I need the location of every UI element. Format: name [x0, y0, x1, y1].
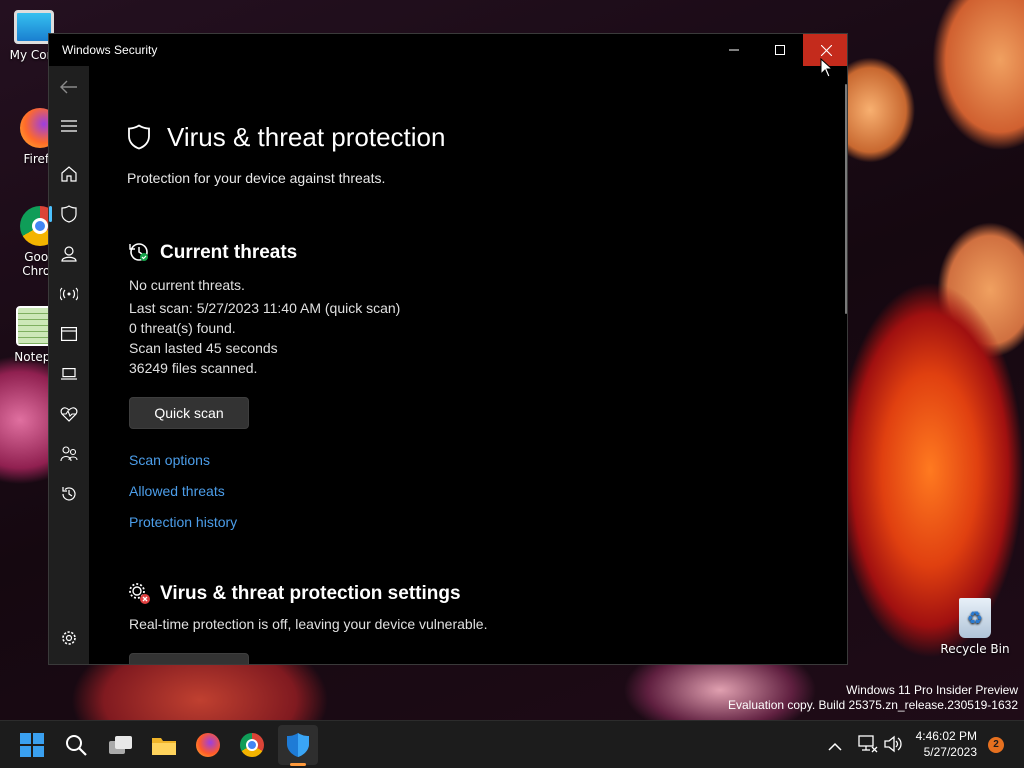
threat-status: No current threats. [129, 277, 245, 293]
realtime-protection-status: Real-time protection is off, leaving you… [129, 616, 488, 632]
heart-pulse-icon[interactable] [59, 404, 79, 424]
page-subtitle: Protection for your device against threa… [127, 170, 386, 186]
selected-indicator [49, 206, 52, 222]
clock-date: 5/27/2023 [923, 745, 977, 759]
firefox-button[interactable] [192, 729, 224, 761]
minimize-icon [729, 49, 739, 51]
shield-icon [127, 124, 151, 154]
watermark-build: Evaluation copy. Build 25375.zn_release.… [728, 698, 1018, 712]
maximize-icon [775, 45, 785, 55]
task-view-button[interactable] [105, 729, 137, 761]
settings-warning-icon [129, 583, 151, 609]
back-arrow-icon[interactable] [59, 77, 79, 97]
window-title: Windows Security [62, 43, 158, 57]
chrome-icon [240, 733, 264, 757]
speaker-icon [884, 735, 902, 753]
network-icon [858, 735, 878, 753]
app-browser-icon[interactable] [59, 324, 79, 344]
laptop-icon[interactable] [59, 364, 79, 384]
watermark-edition: Windows 11 Pro Insider Preview [846, 683, 1018, 697]
turn-on-button[interactable]: Turn on [129, 653, 249, 664]
system-clock[interactable]: 4:46:02 PM 5/27/2023 [916, 728, 977, 760]
last-scan-info: Last scan: 5/27/2023 11:40 AM (quick sca… [129, 300, 401, 316]
scan-duration: Scan lasted 45 seconds [129, 340, 278, 356]
search-icon [66, 735, 87, 756]
windows-security-icon [287, 733, 309, 757]
scan-options-link[interactable]: Scan options [129, 452, 210, 468]
home-icon[interactable] [59, 164, 79, 184]
allowed-threats-link[interactable]: Allowed threats [129, 483, 225, 499]
windows-start-icon [20, 733, 44, 757]
navigation-rail [49, 66, 89, 664]
chevron-up-icon [828, 742, 842, 751]
current-threats-heading: Current threats [160, 242, 298, 263]
hamburger-menu-icon[interactable] [59, 116, 79, 136]
firefox-icon [196, 733, 220, 757]
windows-security-window: Windows Security Virus & threat protecti… [48, 33, 848, 665]
desktop-icon-label: Recycle Bin [940, 642, 1010, 656]
person-icon[interactable] [59, 244, 79, 264]
main-content: Virus & threat protection Protection for… [89, 66, 847, 664]
history-icon[interactable] [59, 484, 79, 504]
notification-badge[interactable]: 2 [988, 737, 1004, 753]
shield-icon[interactable] [59, 204, 79, 224]
page-title: Virus & threat protection [167, 122, 446, 152]
windows-security-button[interactable] [282, 729, 314, 761]
show-hidden-icons-button[interactable] [828, 737, 842, 756]
taskbar: 4:46:02 PM 5/27/2023 2 [0, 720, 1024, 768]
scrollbar-thumb[interactable] [845, 84, 847, 314]
clock-time: 4:46:02 PM [915, 729, 977, 743]
search-button[interactable] [60, 729, 92, 761]
close-icon [820, 44, 832, 56]
protection-history-link[interactable]: Protection history [129, 514, 237, 530]
title-bar[interactable]: Windows Security [49, 34, 847, 66]
desktop-icon-recycle-bin[interactable]: ♻ Recycle Bin [940, 598, 1010, 656]
task-view-icon [109, 736, 132, 754]
active-app-indicator [290, 763, 306, 766]
recycle-bin-icon: ♻ [959, 598, 991, 638]
volume-button[interactable] [884, 735, 902, 757]
files-scanned-count: 36249 files scanned. [129, 360, 258, 376]
scan-history-icon [129, 242, 149, 266]
mouse-cursor-icon [820, 57, 834, 82]
quick-scan-button[interactable]: Quick scan [129, 397, 249, 429]
threats-found-count: 0 threat(s) found. [129, 320, 236, 336]
minimize-button[interactable] [711, 34, 757, 66]
file-explorer-icon [152, 738, 176, 755]
wireless-icon[interactable] [59, 284, 79, 304]
family-icon[interactable] [59, 444, 79, 464]
maximize-button[interactable] [757, 34, 803, 66]
chrome-button[interactable] [236, 729, 268, 761]
os-watermark: Windows 11 Pro Insider Preview Evaluatio… [728, 683, 1018, 713]
file-explorer-button[interactable] [148, 729, 180, 761]
protection-settings-heading: Virus & threat protection settings [160, 583, 461, 604]
settings-icon[interactable] [59, 628, 79, 648]
network-button[interactable] [858, 735, 878, 757]
start-button[interactable] [16, 729, 48, 761]
